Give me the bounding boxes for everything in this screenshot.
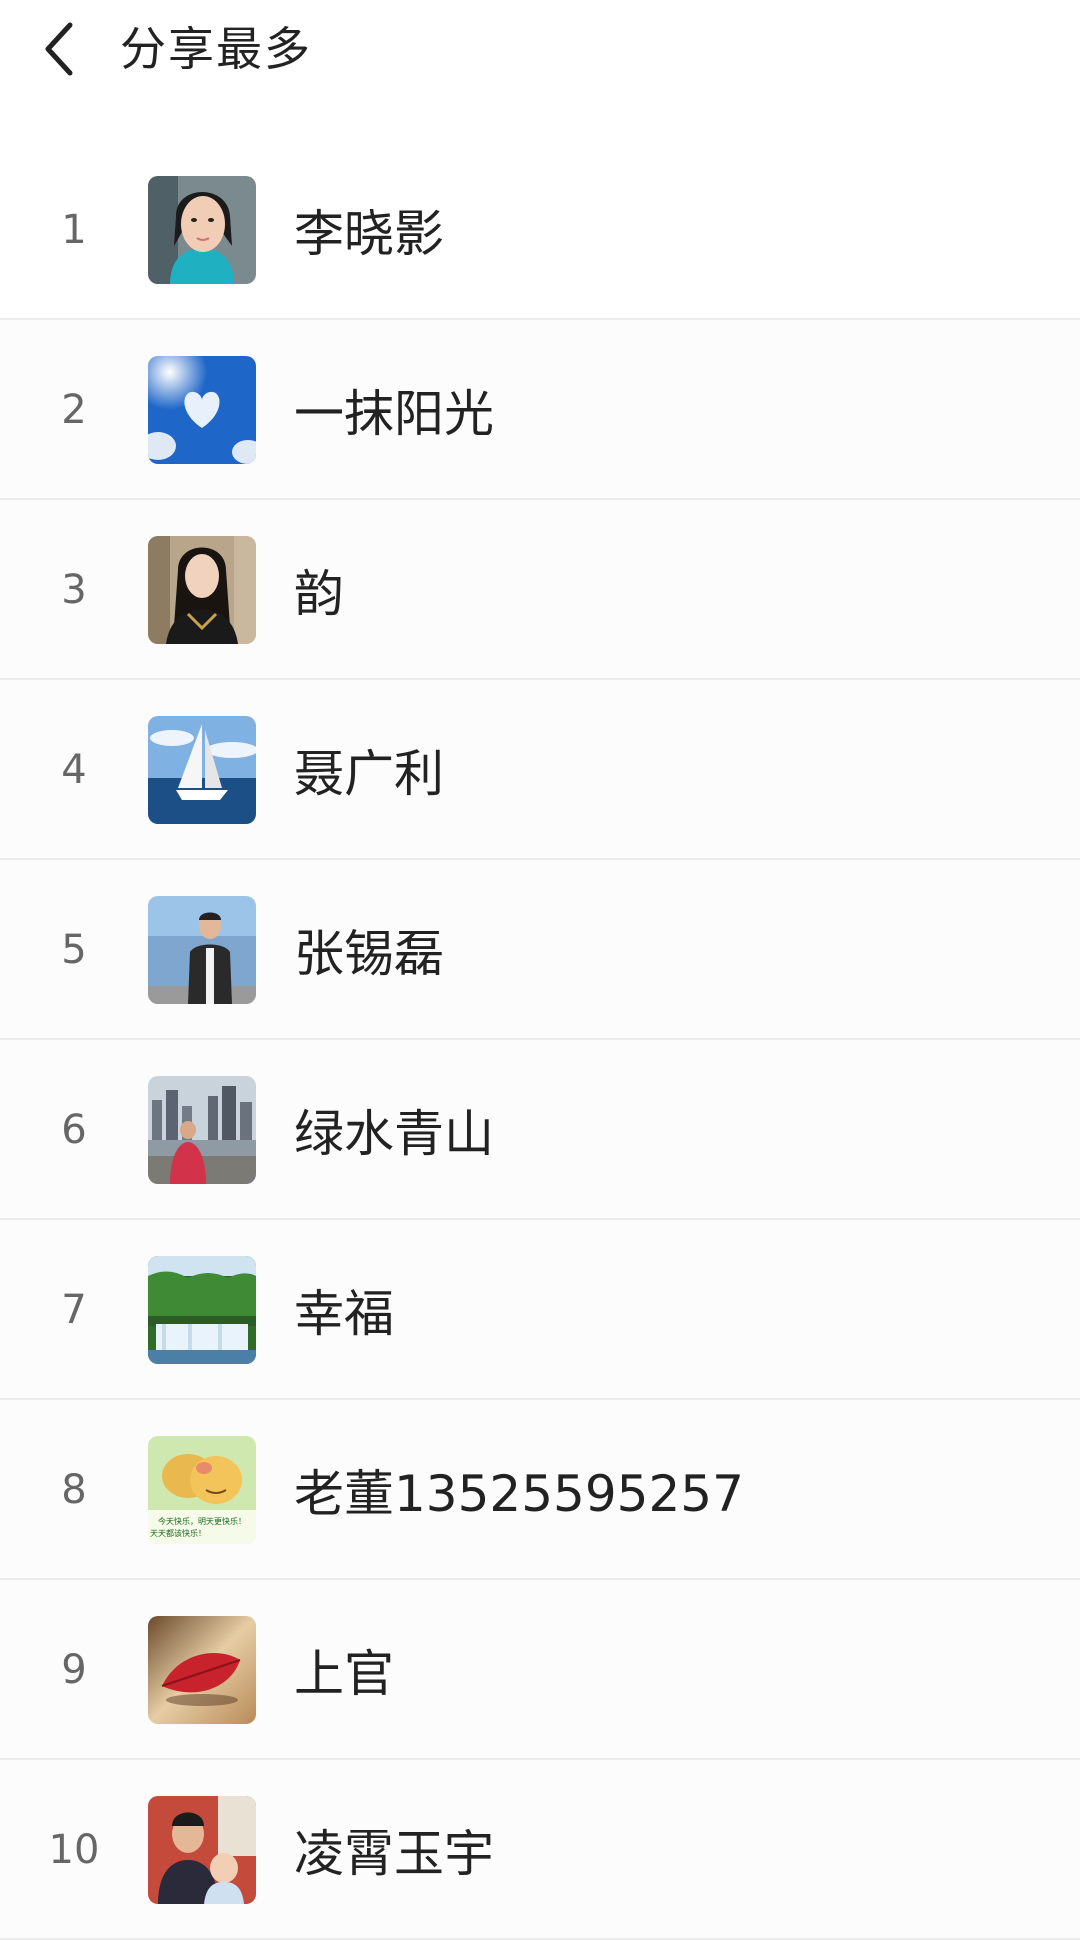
avatar-caption-line-2: 天天都该快乐！	[150, 1528, 206, 1538]
cartoon-bear-avatar: 今天快乐，明天更快乐！ 天天都该快乐！	[148, 1436, 256, 1544]
red-leaf-avatar	[148, 1616, 256, 1724]
ranking-row[interactable]: 2 一抹阳光	[0, 320, 1080, 500]
rank-number: 2	[61, 387, 87, 433]
user-name: 李晓影	[294, 205, 444, 263]
family-photo-avatar	[148, 1796, 256, 1904]
page-title: 分享最多	[120, 22, 312, 76]
ranking-row[interactable]: 10 凌霄玉宇	[0, 1760, 1080, 1940]
share-ranking-list: 1 李晓影 2 一抹阳光 3 韵 4 聂广利 5 张锡磊 6 绿水青山 7 幸福…	[0, 140, 1080, 1940]
user-name: 上官	[294, 1645, 394, 1703]
ranking-row[interactable]: 5 张锡磊	[0, 860, 1080, 1040]
ranking-row[interactable]: 7 幸福	[0, 1220, 1080, 1400]
rank-number: 9	[61, 1647, 87, 1693]
ranking-row[interactable]: 9 上官	[0, 1580, 1080, 1760]
woman-portrait-avatar	[148, 536, 256, 644]
user-name: 韵	[294, 565, 344, 623]
city-skyline-avatar	[148, 1076, 256, 1184]
ranking-row[interactable]: 1 李晓影	[0, 140, 1080, 320]
back-button[interactable]	[30, 14, 90, 84]
woman-portrait-avatar	[148, 176, 256, 284]
chevron-left-icon	[45, 22, 73, 76]
user-name: 绿水青山	[294, 1105, 494, 1163]
man-portrait-avatar	[148, 896, 256, 1004]
rank-number: 6	[61, 1107, 87, 1153]
avatar-caption-line-1: 今天快乐，明天更快乐！	[158, 1516, 246, 1526]
sailboat-avatar	[148, 716, 256, 824]
rank-number: 1	[61, 207, 87, 253]
ranking-row[interactable]: 3 韵	[0, 500, 1080, 680]
top-bar: 分享最多	[0, 0, 1080, 140]
waterfall-forest-avatar	[148, 1256, 256, 1364]
heart-cloud-sky-avatar	[148, 356, 256, 464]
rank-number: 3	[61, 567, 87, 613]
user-name: 幸福	[294, 1285, 394, 1343]
rank-number: 8	[61, 1467, 87, 1513]
user-name: 老董13525595257	[294, 1465, 744, 1523]
rank-number: 5	[61, 927, 87, 973]
rank-number: 4	[61, 747, 87, 793]
user-name: 张锡磊	[294, 925, 444, 983]
ranking-row[interactable]: 4 聂广利	[0, 680, 1080, 860]
rank-number: 10	[48, 1827, 100, 1873]
user-name: 凌霄玉宇	[294, 1825, 494, 1883]
user-name: 聂广利	[294, 745, 444, 803]
user-name: 一抹阳光	[294, 385, 494, 443]
ranking-row[interactable]: 6 绿水青山	[0, 1040, 1080, 1220]
rank-number: 7	[61, 1287, 87, 1333]
ranking-row[interactable]: 8 今天快乐，明天更快乐！ 天天都该快乐！ 老董13525595257	[0, 1400, 1080, 1580]
